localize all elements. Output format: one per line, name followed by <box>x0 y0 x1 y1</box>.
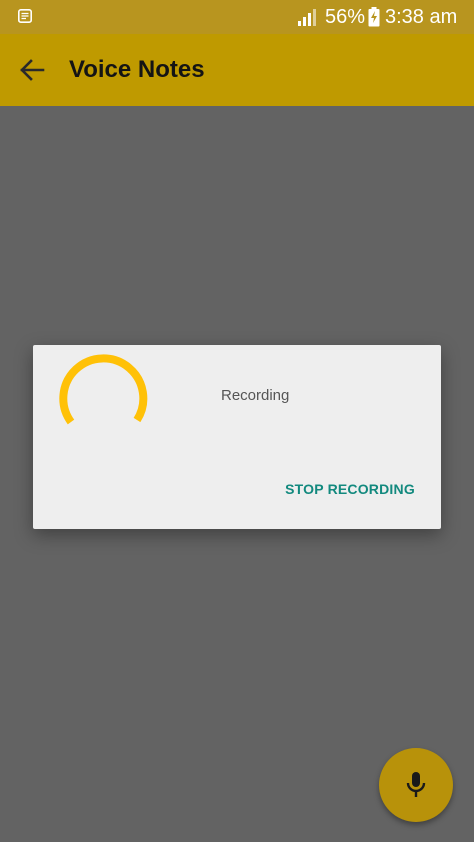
voice-notes-screen: 56% 3:38 am Voice Notes Recording STOP R… <box>0 0 474 842</box>
microphone-icon <box>406 772 426 797</box>
notification-icon <box>18 9 32 23</box>
app-bar: Voice Notes <box>0 34 474 106</box>
arrow-back-icon <box>20 59 45 81</box>
battery-percent: 56% <box>325 6 366 28</box>
signal-icon <box>298 9 316 26</box>
stop-recording-button[interactable]: STOP RECORDING <box>281 473 419 505</box>
progress-spinner-icon <box>59 354 148 425</box>
back-button[interactable] <box>12 52 52 88</box>
page-title: Voice Notes <box>69 56 205 83</box>
recording-status-text: Recording <box>221 387 290 404</box>
record-fab-button[interactable] <box>379 748 453 822</box>
clock: 3:38 am <box>385 6 458 28</box>
battery-charging-icon <box>368 7 380 27</box>
status-bar: 56% 3:38 am <box>0 0 474 34</box>
recording-dialog: Recording STOP RECORDING <box>33 345 441 529</box>
